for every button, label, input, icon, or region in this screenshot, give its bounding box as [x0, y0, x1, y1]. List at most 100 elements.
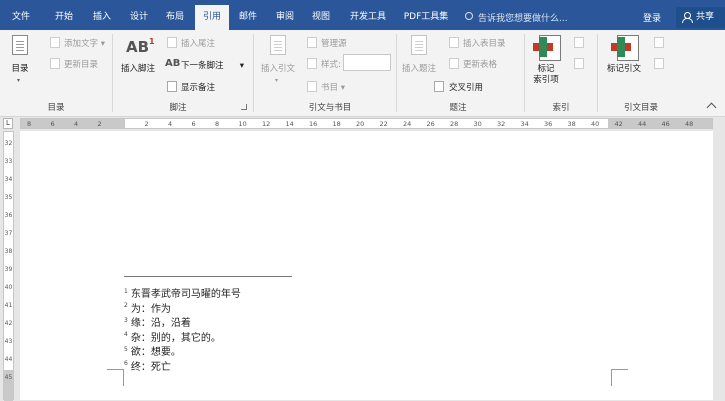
page-corner-mark-left [107, 369, 124, 386]
tab-file[interactable]: 文件 [6, 0, 36, 30]
mark-citation-button[interactable]: 标记引文 [602, 33, 646, 91]
ruler-left-margin [21, 119, 125, 128]
footnote-number: 6 [124, 360, 128, 368]
update-index-icon [574, 58, 584, 69]
ruler-number: 41 [4, 302, 13, 309]
style-dropdown[interactable] [343, 54, 391, 71]
insert-caption-button[interactable]: 插入题注 [399, 35, 439, 90]
ruler-number: 37 [4, 230, 13, 237]
ruler-number: 32 [4, 140, 13, 147]
mark-citation-icon-plus [617, 37, 625, 57]
tell-me-box[interactable]: 告诉我您想要做什么... [478, 11, 568, 24]
ruler-number: 8 [27, 120, 32, 128]
insert-endnote-icon [167, 37, 177, 48]
tab-mailings[interactable]: 邮件 [233, 0, 263, 30]
ruler-number: 36 [4, 212, 13, 219]
ruler-number: 43 [4, 338, 13, 345]
footnote-icon-text: AB [126, 38, 150, 56]
footnote-item[interactable]: 6 终：死亡 [124, 358, 171, 372]
mark-entry-icon [533, 35, 561, 61]
ruler-number: 12 [262, 120, 271, 128]
footnote-text: 东晋孝武帝司马曜的年号 [130, 289, 241, 300]
footnote-number: 1 [124, 287, 128, 295]
tab-insert[interactable]: 插入 [87, 0, 117, 30]
group-label-citations: 引文与书目 [308, 103, 352, 113]
ruler-number: 22 [379, 120, 388, 128]
bibliography-icon [307, 81, 317, 92]
ruler-number: 40 [591, 120, 600, 128]
tab-selector[interactable]: L [3, 118, 13, 129]
footnote-icon: AB1 [126, 37, 155, 56]
group-separator [524, 34, 525, 112]
footnote-item[interactable]: 2 为：作为 [124, 300, 171, 314]
person-icon [682, 12, 693, 23]
ruler-number: 8 [215, 120, 220, 128]
ruler-number: 2 [97, 120, 102, 128]
ruler-number: 36 [544, 120, 553, 128]
ribbon: 目录 ▾ 添加文字 ▾ 更新目录 目录 AB1 插入脚注 插入尾注 AB 下一条… [0, 30, 725, 117]
tab-layout[interactable]: 布局 [160, 0, 190, 30]
add-text-label: 添加文字 [64, 39, 99, 49]
style-label: 样式: [321, 60, 341, 70]
footnote-item[interactable]: 4 杂：别的，其它的。 [124, 329, 221, 343]
insert-table-of-authorities-icon [654, 37, 664, 48]
ruler-number: 2 [144, 120, 149, 128]
footnote-icon-sup: 1 [149, 37, 155, 46]
mark-citation-icon [611, 35, 639, 61]
page-corner-mark-right [611, 369, 628, 386]
vertical-scrollbar[interactable] [713, 131, 725, 400]
insert-footnote-button[interactable]: AB1 插入脚注 [118, 35, 158, 90]
footnote-item[interactable]: 5 欲：想要。 [124, 343, 181, 358]
group-separator [396, 34, 397, 112]
tab-view[interactable]: 视图 [306, 0, 336, 30]
share-button[interactable]: 共享 [676, 7, 725, 28]
ribbon-tab-bar: 文件 开始 插入 设计 布局 引用 邮件 审阅 视图 开发工具 PDF工具集 告… [0, 0, 725, 30]
tab-review[interactable]: 审阅 [270, 0, 300, 30]
footnote-separator [124, 276, 292, 277]
insert-citation-label: 插入引文 [260, 64, 295, 74]
ruler-number: 32 [497, 120, 506, 128]
footnote-dialog-launcher[interactable] [241, 104, 247, 110]
next-footnote-button[interactable]: 下一条脚注 ▾ [181, 59, 244, 71]
ruler-number: 48 [685, 120, 694, 128]
ruler-number: 26 [426, 120, 435, 128]
ruler-number: 42 [614, 120, 623, 128]
tab-developer[interactable]: 开发工具 [346, 0, 390, 30]
citation-icon [270, 35, 286, 55]
ruler-number: 40 [4, 284, 13, 291]
login-button[interactable]: 登录 [643, 11, 661, 24]
update-table-button[interactable]: 更新表格 [463, 58, 497, 70]
insert-citation-button[interactable]: 插入引文 ▾ [258, 35, 298, 90]
ruler-number: 28 [450, 120, 459, 128]
footnote-item[interactable]: 3 缘：沿，沿着 [124, 314, 191, 329]
toc-button[interactable]: 目录 ▾ [4, 35, 36, 90]
mark-entry-button[interactable]: 标记 索引项 [526, 33, 566, 91]
table-of-contents-icon [12, 35, 28, 55]
ruler-number: 38 [567, 120, 576, 128]
manage-sources-button[interactable]: 管理源 [321, 37, 347, 49]
vertical-ruler[interactable]: 32 33 34 35 36 37 38 39 40 41 42 43 44 45 [3, 131, 14, 401]
tab-references[interactable]: 引用 [195, 5, 229, 30]
tab-home[interactable]: 开始 [49, 0, 79, 30]
group-label-captions: 题注 [449, 103, 467, 113]
show-notes-button[interactable]: 显示备注 [181, 81, 215, 93]
add-text-button[interactable]: 添加文字 ▾ [64, 37, 105, 49]
cross-reference-button[interactable]: 交叉引用 [449, 81, 483, 93]
insert-table-of-figures-button[interactable]: 插入表目录 [463, 37, 506, 49]
footnote-number: 4 [124, 331, 128, 339]
tab-pdf-tools[interactable]: PDF工具集 [401, 0, 451, 30]
tab-design[interactable]: 设计 [124, 0, 154, 30]
bibliography-button[interactable]: 书目 ▾ [321, 81, 345, 93]
ruler-number: 14 [285, 120, 294, 128]
ruler-right-margin [608, 119, 712, 128]
update-toc-button[interactable]: 更新目录 [64, 58, 98, 70]
footnote-number: 2 [124, 302, 128, 310]
mark-entry-label: 标记 索引项 [533, 64, 559, 85]
mark-entry-icon-plus [539, 37, 547, 57]
cross-reference-icon [434, 81, 444, 92]
horizontal-ruler[interactable]: 8 6 4 2 2 4 6 8 10 12 14 16 18 20 22 24 26 28 30 32 34 36 38 40… [20, 118, 713, 129]
group-label-authorities: 引文目录 [623, 103, 658, 113]
insert-endnote-button[interactable]: 插入尾注 [181, 37, 215, 49]
ruler-number: 30 [473, 120, 482, 128]
footnote-item[interactable]: 1 东晋孝武帝司马曜的年号 [124, 285, 241, 300]
